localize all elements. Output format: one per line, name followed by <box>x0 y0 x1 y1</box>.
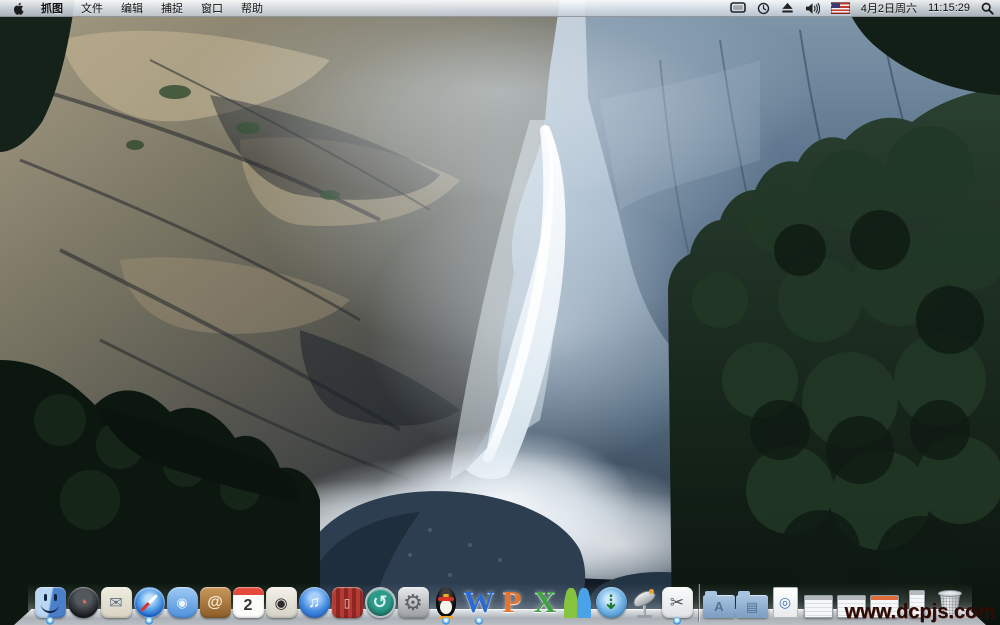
dock-item-ichat[interactable]: ◉ <box>166 587 199 618</box>
photo-booth-icon: ▯ <box>332 587 363 618</box>
menubar-menu-4[interactable]: 捕捉 <box>152 0 192 16</box>
watermark: www.dcpjs.com <box>845 601 995 624</box>
dock-item-word[interactable]: W <box>463 586 496 618</box>
safari-icon <box>134 587 165 618</box>
system-preferences-icon: ⚙ <box>398 587 429 618</box>
mail-icon: ✉ <box>101 587 132 618</box>
ichat-icon: ◉ <box>167 587 198 618</box>
apple-menu[interactable] <box>6 0 32 16</box>
menubar-menu-6[interactable]: 帮助 <box>232 0 272 16</box>
menubar-menu-2[interactable]: 文件 <box>72 0 112 16</box>
flag-canton <box>832 3 840 8</box>
dock-item-download-manager[interactable]: ⇣ <box>595 587 628 618</box>
display-icon[interactable] <box>730 2 746 14</box>
apps-separator <box>694 582 703 618</box>
finder-running-indicator <box>46 617 54 625</box>
time-machine-icon: ↺ <box>365 587 396 618</box>
grab-icon: ✂ <box>662 587 693 618</box>
dock-item-iphoto[interactable]: ◉ <box>265 587 298 618</box>
dock-item-mail[interactable]: ✉ <box>100 587 133 618</box>
dock-item-address-book[interactable]: @ <box>199 587 232 618</box>
minimized-window-1-icon <box>804 595 833 618</box>
dock-item-excel[interactable]: X <box>529 586 562 618</box>
menubar-menu-3[interactable]: 编辑 <box>112 0 152 16</box>
powerpoint-icon: P <box>503 586 522 618</box>
apple-logo-icon <box>13 2 25 15</box>
address-book-icon: @ <box>200 587 231 618</box>
dock-item-applications-folder[interactable]: A <box>703 595 736 618</box>
dashboard-icon: ◔ <box>68 587 99 618</box>
safari-running-indicator <box>145 617 153 625</box>
download-manager-icon: ⇣ <box>596 587 627 618</box>
excel-icon: X <box>534 586 556 618</box>
dock-item-time-machine[interactable]: ↺ <box>364 587 397 618</box>
dock-item-dashboard[interactable]: ◔ <box>67 587 100 618</box>
word-running-indicator <box>475 617 483 625</box>
menubar-menu-1[interactable]: 抓图 <box>32 0 72 16</box>
ical-icon: 2 <box>233 587 264 618</box>
dock-item-screenshot-file[interactable]: ◎ <box>769 587 802 618</box>
spotlight-icon[interactable] <box>981 2 994 15</box>
grab-running-indicator <box>673 617 681 625</box>
menu-bar-date[interactable]: 4月2日周六 <box>861 0 917 16</box>
dock-item-powerpoint[interactable]: P <box>496 586 529 618</box>
messenger-icon <box>563 588 593 618</box>
eject-icon[interactable] <box>781 2 794 14</box>
qq-icon <box>433 587 459 618</box>
us-flag-input-icon[interactable] <box>831 2 850 14</box>
dock-item-system-preferences[interactable]: ⚙ <box>397 587 430 618</box>
menu-bar-clock[interactable]: 11:15:29 <box>928 2 970 14</box>
menu-bar: 抓图文件编辑捕捉窗口帮助 4月2日周六 11:15:29 <box>0 0 1000 17</box>
documents-folder-icon: ▤ <box>736 595 768 618</box>
iphoto-icon: ◉ <box>266 587 297 618</box>
dock-item-ical[interactable]: 2 <box>232 587 265 618</box>
dock-item-grab[interactable]: ✂ <box>661 587 694 618</box>
qq-running-indicator <box>442 617 450 625</box>
applications-folder-icon: A <box>703 595 735 618</box>
dock-item-safari[interactable] <box>133 587 166 618</box>
dock-item-photo-booth[interactable]: ▯ <box>331 587 364 618</box>
itunes-icon: ♫ <box>299 587 330 618</box>
menubar-menu-5[interactable]: 窗口 <box>192 0 232 16</box>
remote-desktop-icon <box>630 588 658 618</box>
dock-item-messenger[interactable] <box>562 588 595 618</box>
dock-item-qq[interactable] <box>430 587 463 618</box>
dock-item-remote-desktop[interactable] <box>628 588 661 618</box>
menu-bar-status-area: 4月2日周六 11:15:29 <box>730 0 994 16</box>
wallpaper-image <box>0 0 1000 625</box>
finder-icon <box>35 587 66 618</box>
word-icon: W <box>464 586 495 618</box>
dock-item-documents-folder[interactable]: ▤ <box>736 595 769 618</box>
menu-bar-menus: 抓图文件编辑捕捉窗口帮助 <box>32 0 272 16</box>
volume-icon[interactable] <box>805 2 820 15</box>
dock-item-minimized-window-1[interactable] <box>802 595 835 618</box>
time-machine-clock-icon[interactable] <box>757 2 770 15</box>
dock-item-itunes[interactable]: ♫ <box>298 587 331 618</box>
dock-item-finder[interactable] <box>34 587 67 618</box>
screenshot-file-icon: ◎ <box>773 587 798 618</box>
